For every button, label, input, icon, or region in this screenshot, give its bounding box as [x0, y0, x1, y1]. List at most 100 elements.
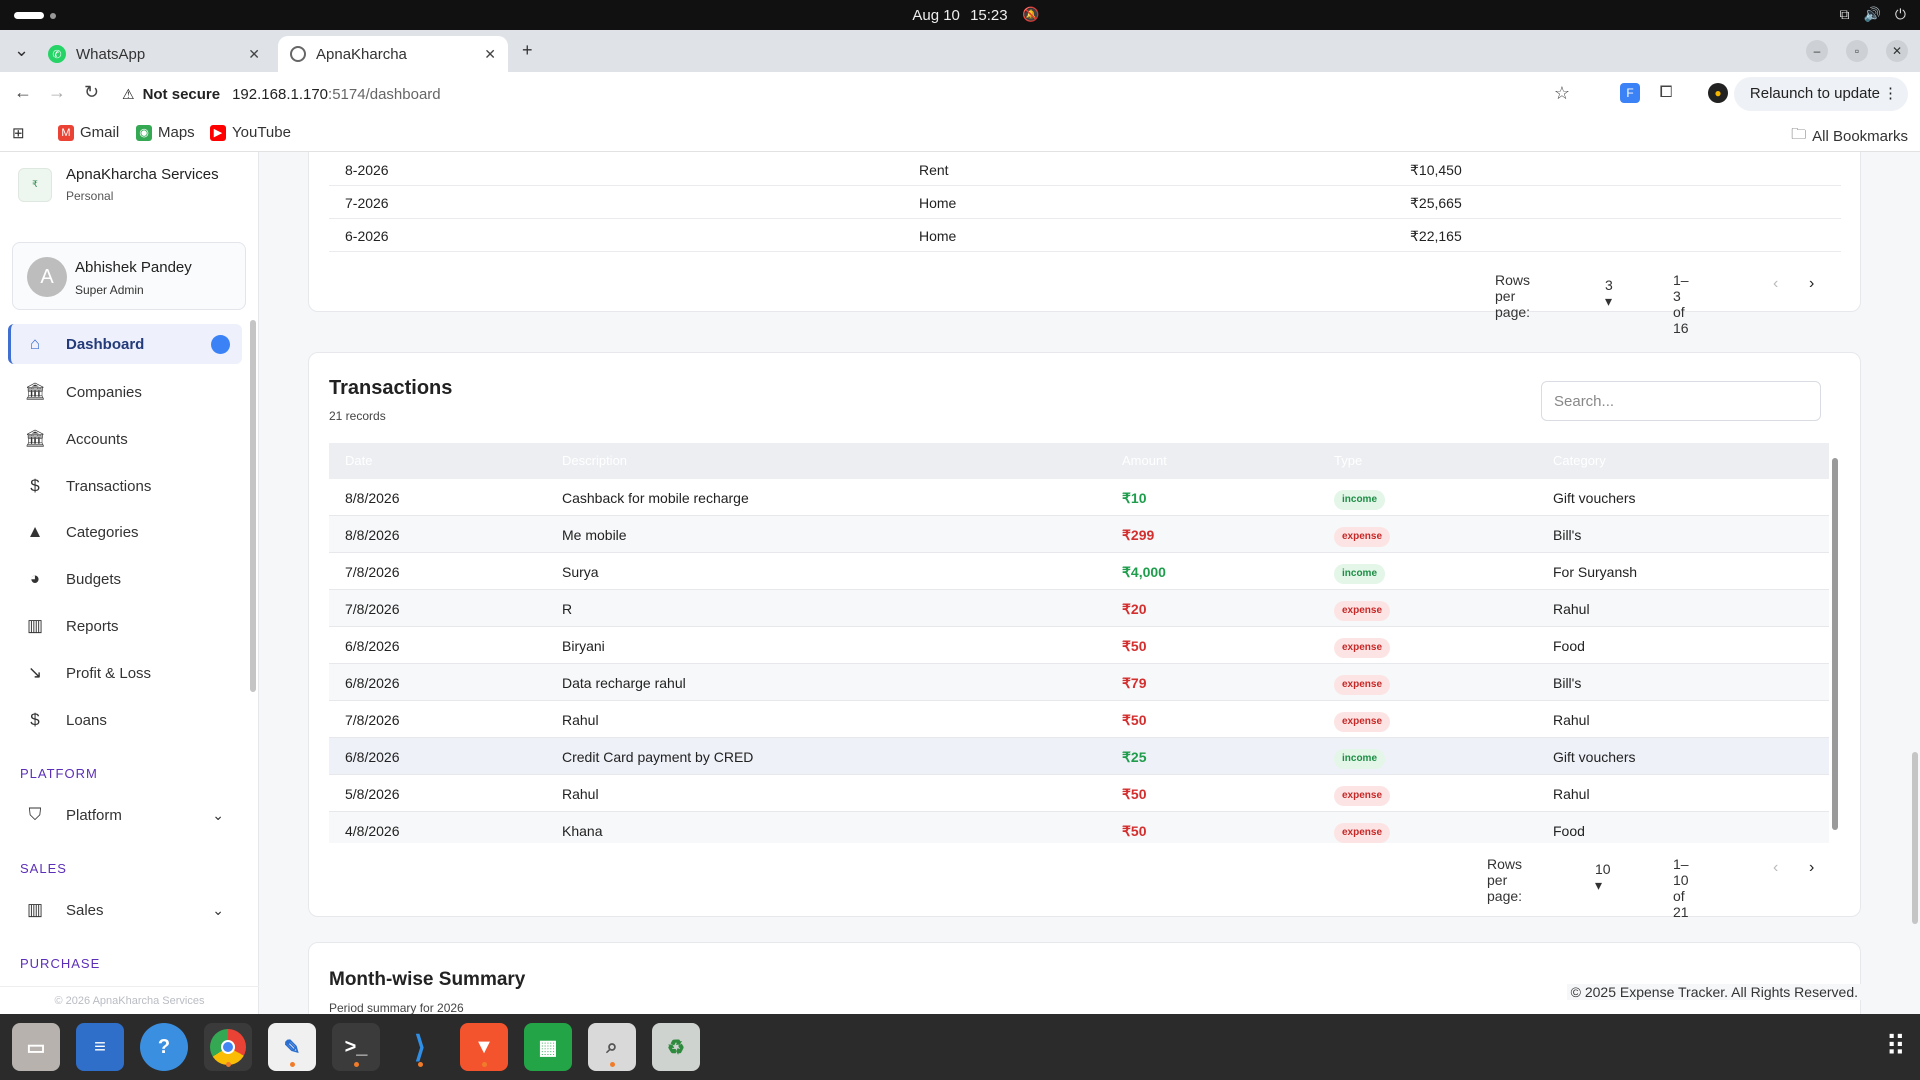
tab-whatsapp[interactable]: ✆ WhatsApp ✕: [36, 36, 272, 72]
image-viewer-app-icon[interactable]: ⌕: [588, 1023, 636, 1071]
column-header-category[interactable]: Category: [1553, 453, 1606, 468]
prev-page-icon[interactable]: ‹: [1773, 275, 1778, 293]
column-header-description[interactable]: Description: [562, 453, 627, 468]
all-bookmarks[interactable]: 🗀 All Bookmarks: [1791, 124, 1908, 149]
date-cell: 8/8/2026: [345, 490, 400, 506]
help-app-icon[interactable]: ?: [140, 1023, 188, 1071]
column-header-date[interactable]: Date: [345, 453, 372, 468]
column-header-amount[interactable]: Amount: [1122, 453, 1167, 468]
table-row[interactable]: 7/8/2026 R ₹20 expense Rahul: [329, 590, 1829, 627]
bookmark-star-icon[interactable]: ☆: [1554, 83, 1570, 104]
vscode-app-icon[interactable]: ⟩: [396, 1023, 444, 1071]
text-editor-app-icon[interactable]: ≡: [76, 1023, 124, 1071]
more-menu-icon[interactable]: ⋮: [1883, 77, 1898, 111]
security-label[interactable]: Not secure: [143, 86, 221, 103]
bookmark-maps[interactable]: ◉ Maps: [136, 124, 195, 141]
sidebar-item-dashboard[interactable]: ⌂ Dashboard: [8, 324, 242, 364]
close-tab-icon[interactable]: ✕: [484, 46, 496, 63]
shapes-icon: ▲: [26, 522, 44, 541]
sidebar-item-loans[interactable]: $ Loans: [8, 700, 242, 740]
show-apps-icon[interactable]: ⠿: [1885, 1030, 1906, 1063]
table-row[interactable]: 6/8/2026 Biryani ₹50 expense Food: [329, 627, 1829, 664]
search-input[interactable]: [1541, 381, 1821, 421]
restore-window-icon[interactable]: ▫: [1846, 40, 1868, 62]
warning-icon[interactable]: ⚠: [122, 86, 135, 103]
relaunch-button[interactable]: Relaunch to update ⋮: [1733, 77, 1908, 111]
brave-app-icon[interactable]: ▼: [460, 1023, 508, 1071]
table-row[interactable]: 8-2026 Rent ₹10,450: [329, 153, 1841, 186]
prev-page-icon[interactable]: ‹: [1773, 859, 1778, 877]
table-row[interactable]: 7/8/2026 Rahul ₹50 expense Rahul: [329, 701, 1829, 738]
tab-apnakharcha[interactable]: ApnaKharcha ✕: [278, 36, 508, 72]
page-scrollbar[interactable]: [1912, 752, 1918, 924]
column-header-type[interactable]: Type: [1334, 453, 1362, 468]
minimize-window-icon[interactable]: –: [1806, 40, 1828, 62]
chevron-down-icon[interactable]: ⌄: [212, 902, 224, 919]
notes-app-icon[interactable]: ✎: [268, 1023, 316, 1071]
sidebar-item-profit-loss[interactable]: ↘ Profit & Loss: [8, 653, 242, 693]
table-row[interactable]: 6/8/2026 Data recharge rahul ₹79 expense Bil…: [329, 664, 1829, 701]
sidebar-item-categories[interactable]: ▲ Categories: [8, 512, 242, 552]
new-tab-plus-icon[interactable]: +: [522, 40, 533, 61]
running-indicator: [226, 1062, 231, 1067]
system-clock[interactable]: Aug 10 15:23: [0, 7, 1920, 24]
sidebar-item-platform[interactable]: ⛉ Platform ⌄: [8, 795, 242, 835]
sidebar-item-companies[interactable]: 🏛 Companies: [8, 372, 242, 412]
sidebar-scrollbar[interactable]: [250, 320, 256, 692]
sidebar-item-transactions[interactable]: $ Transactions: [8, 466, 242, 506]
table-row[interactable]: 8/8/2026 Me mobile ₹299 expense Bill's: [329, 516, 1829, 553]
next-page-icon[interactable]: ›: [1809, 859, 1814, 877]
transactions-count: 21 records: [329, 409, 386, 423]
category-cell: Food: [1553, 823, 1585, 839]
rows-per-page-label: Rows per page:: [1487, 856, 1523, 904]
type-badge: expense: [1334, 527, 1391, 547]
extension-icon[interactable]: F: [1620, 83, 1640, 103]
description-cell: Biryani: [562, 638, 605, 654]
terminal-app-icon[interactable]: >_: [332, 1023, 380, 1071]
table-row[interactable]: 7-2026 Home ₹25,665: [329, 186, 1841, 219]
rows-per-page-select[interactable]: 10 ▾: [1595, 861, 1611, 894]
user-card[interactable]: A Abhishek Pandey Super Admin: [12, 242, 246, 310]
tab-search-chevron-icon[interactable]: ⌄: [14, 40, 29, 61]
next-page-icon[interactable]: ›: [1809, 275, 1814, 293]
reload-icon[interactable]: ↻: [84, 82, 99, 103]
browser-tab-strip: ⌄ ✆ WhatsApp ✕ ApnaKharcha ✕ + – ▫ ✕: [0, 30, 1920, 72]
rows-per-page-select[interactable]: 3 ▾: [1605, 277, 1613, 310]
chevron-down-icon[interactable]: ⌄: [212, 807, 224, 824]
close-window-icon[interactable]: ✕: [1886, 40, 1908, 62]
type-badge: income: [1334, 564, 1386, 584]
table-row[interactable]: 6/8/2026 Credit Card payment by CRED ₹25 in…: [329, 738, 1829, 775]
table-row[interactable]: 5/8/2026 Rahul ₹50 expense Rahul: [329, 775, 1829, 812]
date-cell: 6/8/2026: [345, 749, 400, 765]
back-arrow-icon[interactable]: ←: [14, 82, 32, 103]
sidebar-item-reports[interactable]: ▥ Reports: [8, 606, 242, 646]
sidebar-item-accounts[interactable]: 🏛 Accounts: [8, 419, 242, 459]
transactions-title: Transactions: [329, 377, 453, 399]
address-bar[interactable]: ⚠ Not secure 192.168.1.170 :5174/dashboa…: [122, 77, 1582, 111]
category-cell: Rahul: [1553, 601, 1590, 617]
trend-down-icon: ↘: [27, 663, 43, 682]
close-tab-icon[interactable]: ✕: [248, 46, 260, 63]
trash-app-icon[interactable]: ♻: [652, 1023, 700, 1071]
brand[interactable]: ₹ ApnaKharcha Services Personal: [18, 166, 219, 203]
bookmark-youtube[interactable]: ▶ YouTube: [210, 124, 291, 141]
table-row[interactable]: 7/8/2026 Surya ₹4,000 income For Suryansh: [329, 553, 1829, 590]
apps-grid-icon[interactable]: ⊞: [12, 124, 25, 142]
profile-avatar-icon[interactable]: ●: [1708, 83, 1728, 103]
sidebar-item-label: Dashboard: [66, 335, 145, 353]
system-tray[interactable]: ⧉ 🔊 ⏻: [1839, 6, 1906, 23]
chrome-app-icon[interactable]: [204, 1023, 252, 1071]
sidebar-item-budgets[interactable]: ◕ Budgets: [8, 559, 242, 599]
forward-arrow-icon[interactable]: →: [48, 82, 66, 103]
spreadsheet-app-icon[interactable]: ▦: [524, 1023, 572, 1071]
files-app-icon[interactable]: ▭: [12, 1023, 60, 1071]
dollar-icon: $: [30, 476, 40, 495]
app-viewport: ₹ ApnaKharcha Services Personal A Abhish…: [0, 152, 1920, 1014]
table-row[interactable]: 8/8/2026 Cashback for mobile recharge ₹10 i…: [329, 479, 1829, 516]
puzzle-extensions-icon[interactable]: ⧠: [1656, 83, 1676, 103]
table-scrollbar[interactable]: [1832, 458, 1838, 830]
table-row[interactable]: 6-2026 Home ₹22,165: [329, 219, 1841, 252]
table-row[interactable]: 4/8/2026 Khana ₹50 expense Food: [329, 812, 1829, 843]
sidebar-item-sales[interactable]: ▥ Sales ⌄: [8, 890, 242, 930]
bookmark-gmail[interactable]: M Gmail: [58, 124, 119, 141]
